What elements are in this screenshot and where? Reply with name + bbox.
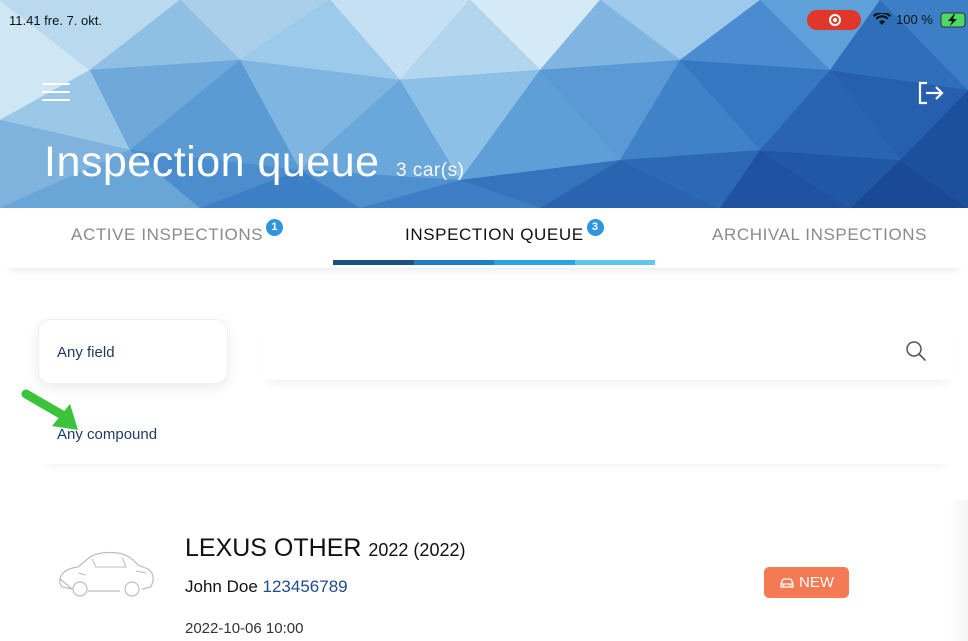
header: 11.41 fre. 7. okt. 100 % Inspection queu…: [0, 0, 968, 208]
car-owner: John Doe 123456789: [185, 577, 348, 597]
tab-label: ARCHIVAL INSPECTIONS: [712, 225, 928, 244]
tab-badge: 3: [586, 219, 604, 236]
tab-active-inspections[interactable]: ACTIVE INSPECTIONS 1: [71, 219, 284, 245]
owner-name: John Doe: [185, 577, 258, 596]
screen-recording-icon: [807, 10, 861, 30]
tab-label: INSPECTION QUEUE: [405, 225, 584, 244]
battery-percent: 100 %: [896, 12, 933, 27]
page-title-text: Inspection queue: [44, 138, 380, 186]
hamburger-menu-icon[interactable]: [42, 83, 70, 103]
search-icon[interactable]: [905, 340, 927, 362]
status-badge: NEW: [764, 567, 849, 598]
tab-bar: ACTIVE INSPECTIONS 1 INSPECTION QUEUE 3 AR…: [0, 208, 968, 268]
page-title: Inspection queue 3 car(s): [44, 138, 464, 187]
car-count: 3 car(s): [396, 160, 465, 181]
owner-phone[interactable]: 123456789: [263, 577, 348, 596]
car-make-model: LEXUS OTHER: [185, 534, 362, 562]
car-date: 2022-10-06 10:00: [185, 620, 304, 637]
car-title: LEXUS OTHER 2022 (2022): [185, 534, 465, 563]
tab-badge: 1: [266, 219, 284, 236]
wifi-icon: [873, 13, 891, 25]
car-year: 2022 (2022): [368, 540, 466, 560]
status-bar: 11.41 fre. 7. okt. 100 %: [0, 0, 968, 34]
compound-filter-link[interactable]: Any compound: [57, 426, 157, 443]
active-tab-indicator: [333, 260, 655, 265]
search-field-selector-label: Any field: [57, 344, 115, 361]
logout-icon[interactable]: [916, 80, 946, 106]
tab-label: ACTIVE INSPECTIONS: [71, 225, 264, 244]
car-icon: [780, 577, 794, 588]
search-input[interactable]: [262, 322, 954, 380]
tab-archival-inspections[interactable]: ARCHIVAL INSPECTIONS: [712, 225, 927, 245]
status-badge-label: NEW: [799, 574, 834, 591]
car-placeholder-icon: [59, 551, 154, 597]
compound-filter-row: [38, 414, 954, 464]
search-field-selector[interactable]: Any field: [38, 319, 228, 384]
status-time-date: 11.41 fre. 7. okt.: [9, 13, 102, 28]
card-edge: [948, 500, 968, 641]
battery-charging-icon: [940, 12, 966, 28]
tab-inspection-queue[interactable]: INSPECTION QUEUE 3: [405, 219, 604, 245]
